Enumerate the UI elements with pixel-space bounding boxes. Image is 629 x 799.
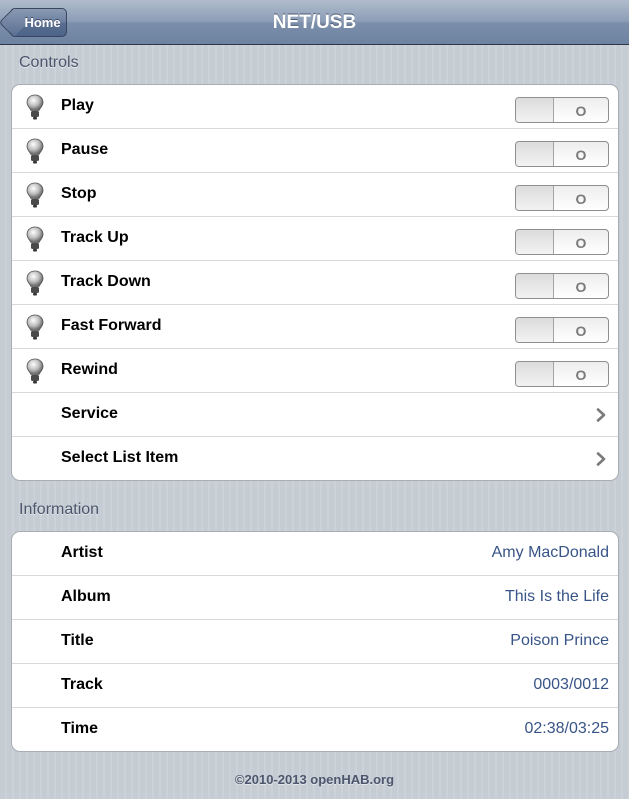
lightbulb-icon: [26, 94, 44, 120]
chevron-right-icon: [596, 408, 606, 422]
information-group: Artist Amy MacDonald Album This Is the L…: [11, 531, 619, 752]
chevron-right-icon: [596, 452, 606, 466]
toggle-switch-stop[interactable]: O: [515, 185, 609, 211]
switch-label: Track Down: [61, 273, 151, 290]
lightbulb-icon: [26, 314, 44, 340]
switch-label: Rewind: [61, 361, 118, 378]
info-value: This Is the Life: [504, 588, 609, 605]
info-label: Time: [61, 720, 99, 737]
lightbulb-icon: [26, 358, 44, 384]
switch-label: Stop: [61, 185, 97, 202]
link-label: Service: [61, 405, 118, 422]
info-label: Artist: [61, 544, 103, 561]
toggle-switch-play[interactable]: O: [515, 97, 609, 123]
switch-row-play: Play O: [12, 85, 618, 129]
info-value: Poison Prince: [510, 632, 609, 649]
switch-row-track-up: Track Up O: [12, 217, 618, 261]
toggle-switch-track-up[interactable]: O: [515, 229, 609, 255]
navbar: NET/USB Home: [0, 0, 629, 45]
toggle-switch-pause[interactable]: O: [515, 141, 609, 167]
switch-row-track-down: Track Down O: [12, 261, 618, 305]
toggle-switch-rewind[interactable]: O: [515, 361, 609, 387]
info-row-artist: Artist Amy MacDonald: [12, 532, 618, 576]
lightbulb-icon: [26, 138, 44, 164]
link-row-select-list-item[interactable]: Select List Item: [12, 437, 618, 480]
info-label: Title: [61, 632, 94, 649]
lightbulb-icon: [26, 270, 44, 296]
info-row-album: Album This Is the Life: [12, 576, 618, 620]
section-title-controls: Controls: [19, 54, 79, 71]
switch-label: Pause: [61, 141, 109, 158]
home-button[interactable]: Home: [10, 8, 67, 37]
link-label: Select List Item: [61, 449, 179, 466]
info-row-track: Track 0003/0012: [12, 664, 618, 708]
info-value: 0003/0012: [533, 676, 609, 693]
info-label: Track: [61, 676, 103, 693]
footer-copyright: ©2010-2013 openHAB.org: [234, 772, 395, 787]
switch-label: Fast Forward: [61, 317, 162, 334]
switch-label: Track Up: [61, 229, 129, 246]
toggle-switch-fast-forward[interactable]: O: [515, 317, 609, 343]
link-row-service[interactable]: Service: [12, 393, 618, 437]
switch-row-pause: Pause O: [12, 129, 618, 173]
switch-row-fast-forward: Fast Forward O: [12, 305, 618, 349]
lightbulb-icon: [26, 226, 44, 252]
info-value: Amy MacDonald: [491, 544, 609, 561]
info-value: 02:38/03:25: [524, 720, 609, 737]
section-title-information: Information: [19, 501, 100, 518]
switch-row-rewind: Rewind O: [12, 349, 618, 393]
info-row-title: Title Poison Prince: [12, 620, 618, 664]
switch-row-stop: Stop O: [12, 173, 618, 217]
switch-label: Play: [61, 97, 94, 114]
info-row-time: Time 02:38/03:25: [12, 708, 618, 751]
page-title: NET/USB: [272, 12, 357, 33]
info-label: Album: [61, 588, 111, 605]
lightbulb-icon: [26, 182, 44, 208]
toggle-switch-track-down[interactable]: O: [515, 273, 609, 299]
controls-group: Play O Pause O Stop O Track Up O Track D…: [11, 84, 619, 481]
